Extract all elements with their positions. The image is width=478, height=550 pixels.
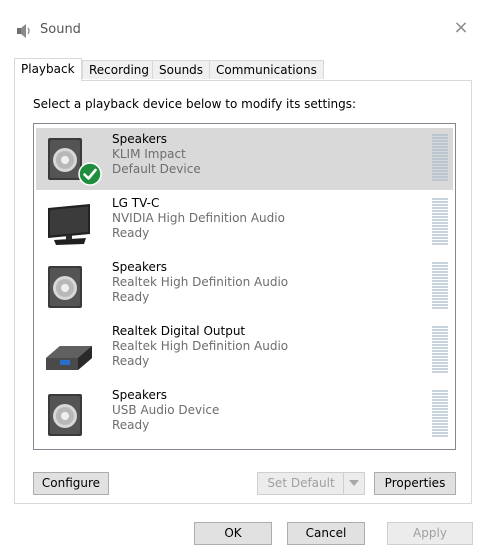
title-bar: Sound ×: [0, 0, 478, 60]
device-status: Ready: [112, 290, 150, 304]
close-icon: ×: [453, 17, 469, 38]
set-default-label: Set Default: [267, 476, 335, 490]
device-driver: Realtek High Definition Audio: [112, 275, 289, 289]
chevron-down-icon: [349, 480, 359, 486]
device-row-speakers-klim[interactable]: Speakers KLIM Impact Default Device: [36, 128, 453, 190]
device-name: Realtek Digital Output: [112, 324, 246, 338]
cancel-button[interactable]: Cancel: [287, 522, 365, 545]
set-default-dropdown[interactable]: [343, 473, 364, 494]
sound-dialog: Sound × Playback Recording Sounds Commun…: [0, 0, 478, 550]
monitor-icon: [48, 204, 90, 245]
default-device-check-icon: [78, 162, 102, 186]
ok-button[interactable]: OK: [194, 522, 272, 545]
device-text: Speakers USB Audio Device Ready: [112, 388, 219, 433]
device-text: Realtek Digital Output Realtek High Defi…: [112, 324, 288, 369]
device-status: Ready: [112, 354, 150, 368]
speaker-title-icon: [17, 24, 30, 38]
device-row-lg-tv[interactable]: LG TV-C NVIDIA High Definition Audio Rea…: [36, 192, 453, 254]
device-row-speakers-realtek[interactable]: Speakers Realtek High Definition Audio R…: [36, 256, 453, 318]
device-text: Speakers Realtek High Definition Audio R…: [112, 260, 288, 305]
device-status: Ready: [112, 418, 150, 432]
device-driver: NVIDIA High Definition Audio: [112, 211, 285, 225]
tab-sounds[interactable]: Sounds: [152, 60, 211, 79]
speaker-icon: [48, 394, 82, 436]
playback-panel: Select a playback device below to modify…: [14, 80, 472, 504]
device-list[interactable]: Speakers KLIM Impact Default Device LG T…: [33, 123, 456, 450]
device-row-speakers-usb[interactable]: Speakers USB Audio Device Ready: [36, 384, 453, 446]
close-button[interactable]: ×: [444, 14, 478, 42]
volume-meter: [432, 198, 448, 245]
device-name: Speakers: [112, 260, 168, 274]
device-text: Speakers KLIM Impact Default Device: [112, 132, 201, 177]
tab-communications[interactable]: Communications: [209, 60, 324, 79]
volume-meter: [432, 390, 448, 437]
tab-playback[interactable]: Playback: [14, 58, 82, 81]
device-name: LG TV-C: [112, 196, 160, 210]
apply-button[interactable]: Apply: [387, 522, 473, 545]
tab-recording[interactable]: Recording: [82, 60, 157, 79]
properties-button[interactable]: Properties: [374, 472, 456, 495]
device-text: LG TV-C NVIDIA High Definition Audio Rea…: [112, 196, 285, 241]
device-status: Ready: [112, 226, 150, 240]
speaker-icon: [48, 266, 82, 308]
configure-button[interactable]: Configure: [33, 472, 109, 495]
device-driver: USB Audio Device: [112, 403, 220, 417]
device-name: Speakers: [112, 132, 168, 146]
device-name: Speakers: [112, 388, 168, 402]
window-title: Sound: [40, 22, 81, 37]
device-status: Default Device: [112, 162, 201, 176]
digital-output-icon: [46, 346, 92, 370]
device-row-realtek-digital[interactable]: Realtek Digital Output Realtek High Defi…: [36, 320, 453, 382]
volume-meter: [432, 262, 448, 309]
instruction-text: Select a playback device below to modify…: [33, 97, 357, 111]
device-driver: KLIM Impact: [112, 147, 186, 161]
set-default-button[interactable]: Set Default: [257, 472, 365, 495]
volume-meter: [432, 326, 448, 373]
device-driver: Realtek High Definition Audio: [112, 339, 289, 353]
volume-meter: [432, 134, 448, 181]
